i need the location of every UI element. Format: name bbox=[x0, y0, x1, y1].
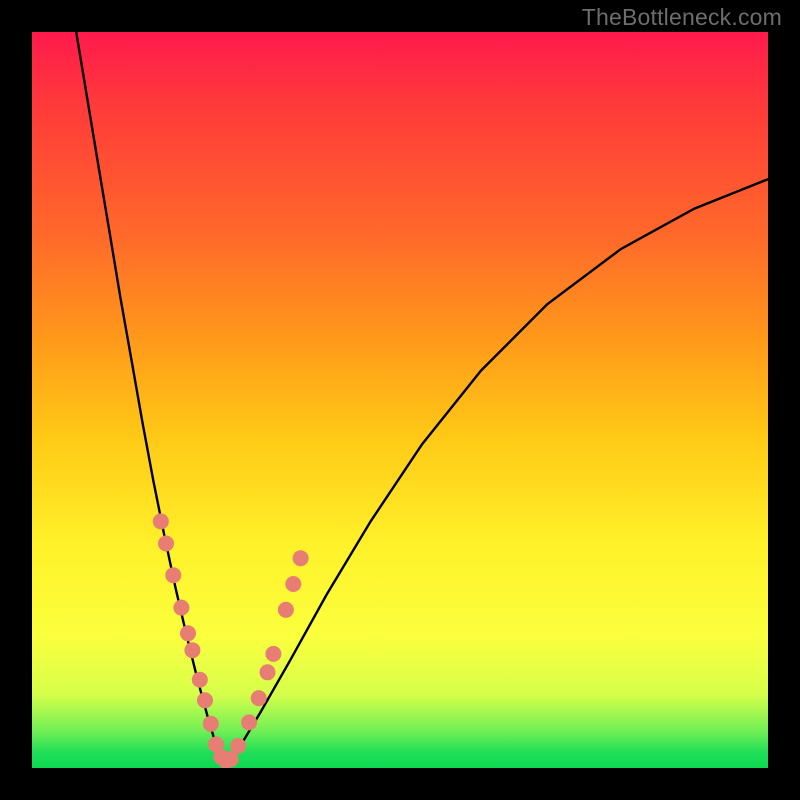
marker-dot bbox=[192, 672, 208, 688]
marker-dot bbox=[153, 513, 169, 529]
marker-dot bbox=[203, 716, 219, 732]
marker-dot bbox=[158, 536, 174, 552]
marker-dot bbox=[285, 576, 301, 592]
marker-dot bbox=[278, 602, 294, 618]
marker-dot bbox=[241, 714, 257, 730]
marker-dot bbox=[251, 690, 267, 706]
plot-area bbox=[32, 32, 768, 768]
marker-dot bbox=[293, 550, 309, 566]
marker-dot bbox=[197, 692, 213, 708]
marker-dot bbox=[260, 664, 276, 680]
chart-frame: TheBottleneck.com bbox=[0, 0, 800, 800]
marker-dot bbox=[184, 642, 200, 658]
marker-dot bbox=[165, 567, 181, 583]
marker-dot bbox=[265, 646, 281, 662]
curve-right-curve bbox=[225, 179, 768, 768]
watermark-label: TheBottleneck.com bbox=[582, 4, 782, 31]
curve-left-curve bbox=[76, 32, 225, 768]
marker-dot bbox=[230, 738, 246, 754]
chart-svg bbox=[32, 32, 768, 768]
marker-dot bbox=[173, 600, 189, 616]
marker-dot bbox=[180, 625, 196, 641]
